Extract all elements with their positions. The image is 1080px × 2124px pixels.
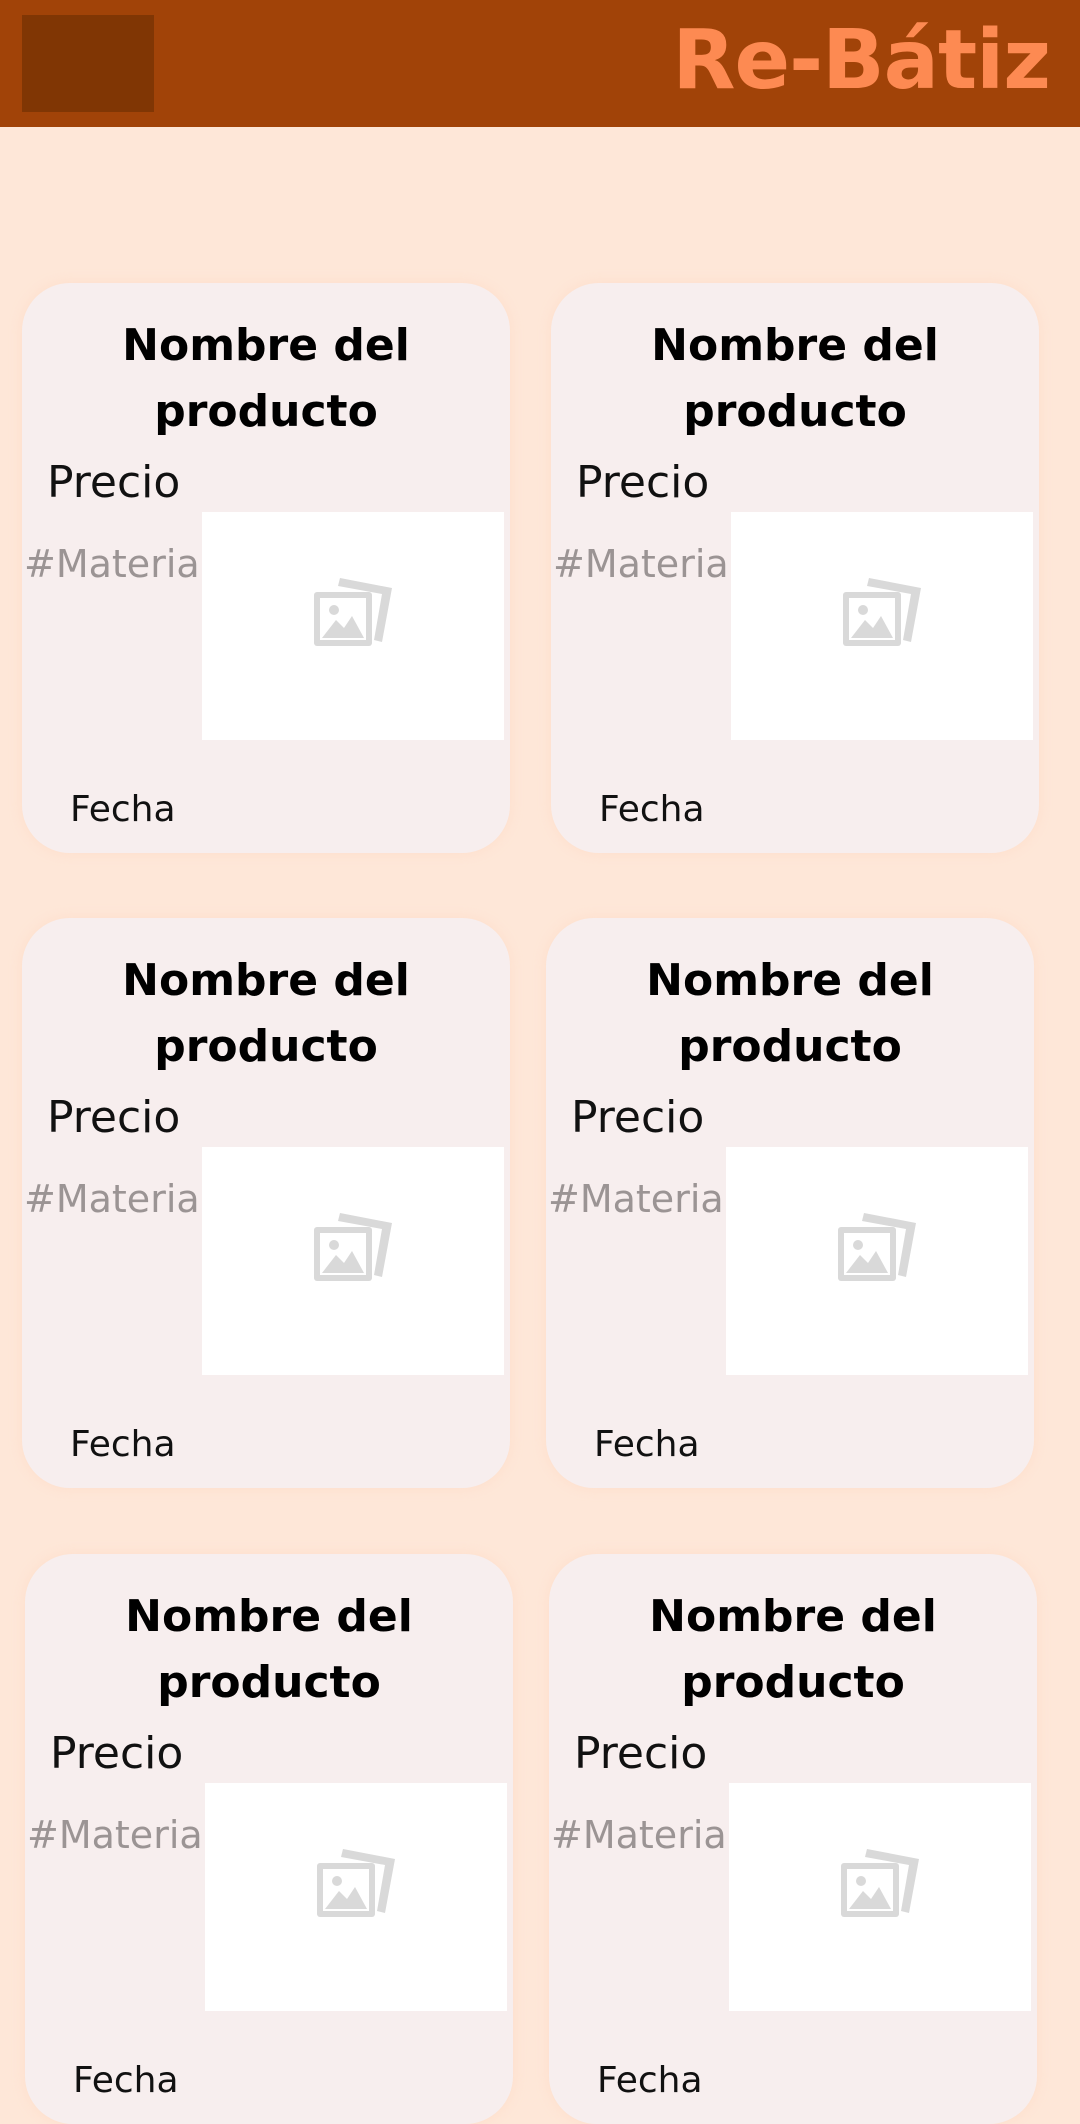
product-price: Precio — [47, 457, 181, 508]
product-date: Fecha — [597, 2060, 703, 2101]
app-header: Re-Bátiz — [0, 0, 1080, 127]
product-tag: #Materia — [551, 1813, 727, 1857]
product-title: Nombre del producto — [122, 320, 410, 437]
product-title: Nombre del producto — [122, 955, 410, 1072]
product-image — [205, 1783, 507, 2011]
product-card[interactable]: Nombre del producto Precio #Materia Fecha — [22, 918, 510, 1488]
product-tag: #Materia — [548, 1177, 724, 1221]
product-card[interactable]: Nombre del producto Precio #Materia Fecha — [546, 918, 1034, 1488]
product-image — [729, 1783, 1031, 2011]
product-price: Precio — [576, 457, 710, 508]
product-title: Nombre del producto — [651, 320, 939, 437]
product-card[interactable]: Nombre del producto Precio #Materia Fecha — [551, 283, 1039, 853]
product-price: Precio — [50, 1728, 184, 1779]
product-title: Nombre del producto — [125, 1591, 413, 1708]
product-image — [202, 1147, 504, 1375]
product-title: Nombre del producto — [646, 955, 934, 1072]
product-tag: #Materia — [553, 542, 729, 586]
product-image — [726, 1147, 1028, 1375]
product-tag: #Materia — [27, 1813, 203, 1857]
product-date: Fecha — [70, 1424, 176, 1465]
product-price: Precio — [571, 1092, 705, 1143]
product-card[interactable]: Nombre del producto Precio #Materia Fecha — [25, 1554, 513, 2124]
brand-title: Re-Bátiz — [672, 13, 1051, 108]
product-price: Precio — [574, 1728, 708, 1779]
product-image — [202, 512, 504, 740]
product-card[interactable]: Nombre del producto Precio #Materia Fecha — [549, 1554, 1037, 2124]
product-card[interactable]: Nombre del producto Precio #Materia Fecha — [22, 283, 510, 853]
product-tag: #Materia — [24, 1177, 200, 1221]
product-price: Precio — [47, 1092, 181, 1143]
product-image — [731, 512, 1033, 740]
product-date: Fecha — [599, 789, 705, 830]
product-tag: #Materia — [24, 542, 200, 586]
product-title: Nombre del producto — [649, 1591, 937, 1708]
product-date: Fecha — [70, 789, 176, 830]
menu-button[interactable] — [22, 15, 154, 112]
product-date: Fecha — [594, 1424, 700, 1465]
product-date: Fecha — [73, 2060, 179, 2101]
